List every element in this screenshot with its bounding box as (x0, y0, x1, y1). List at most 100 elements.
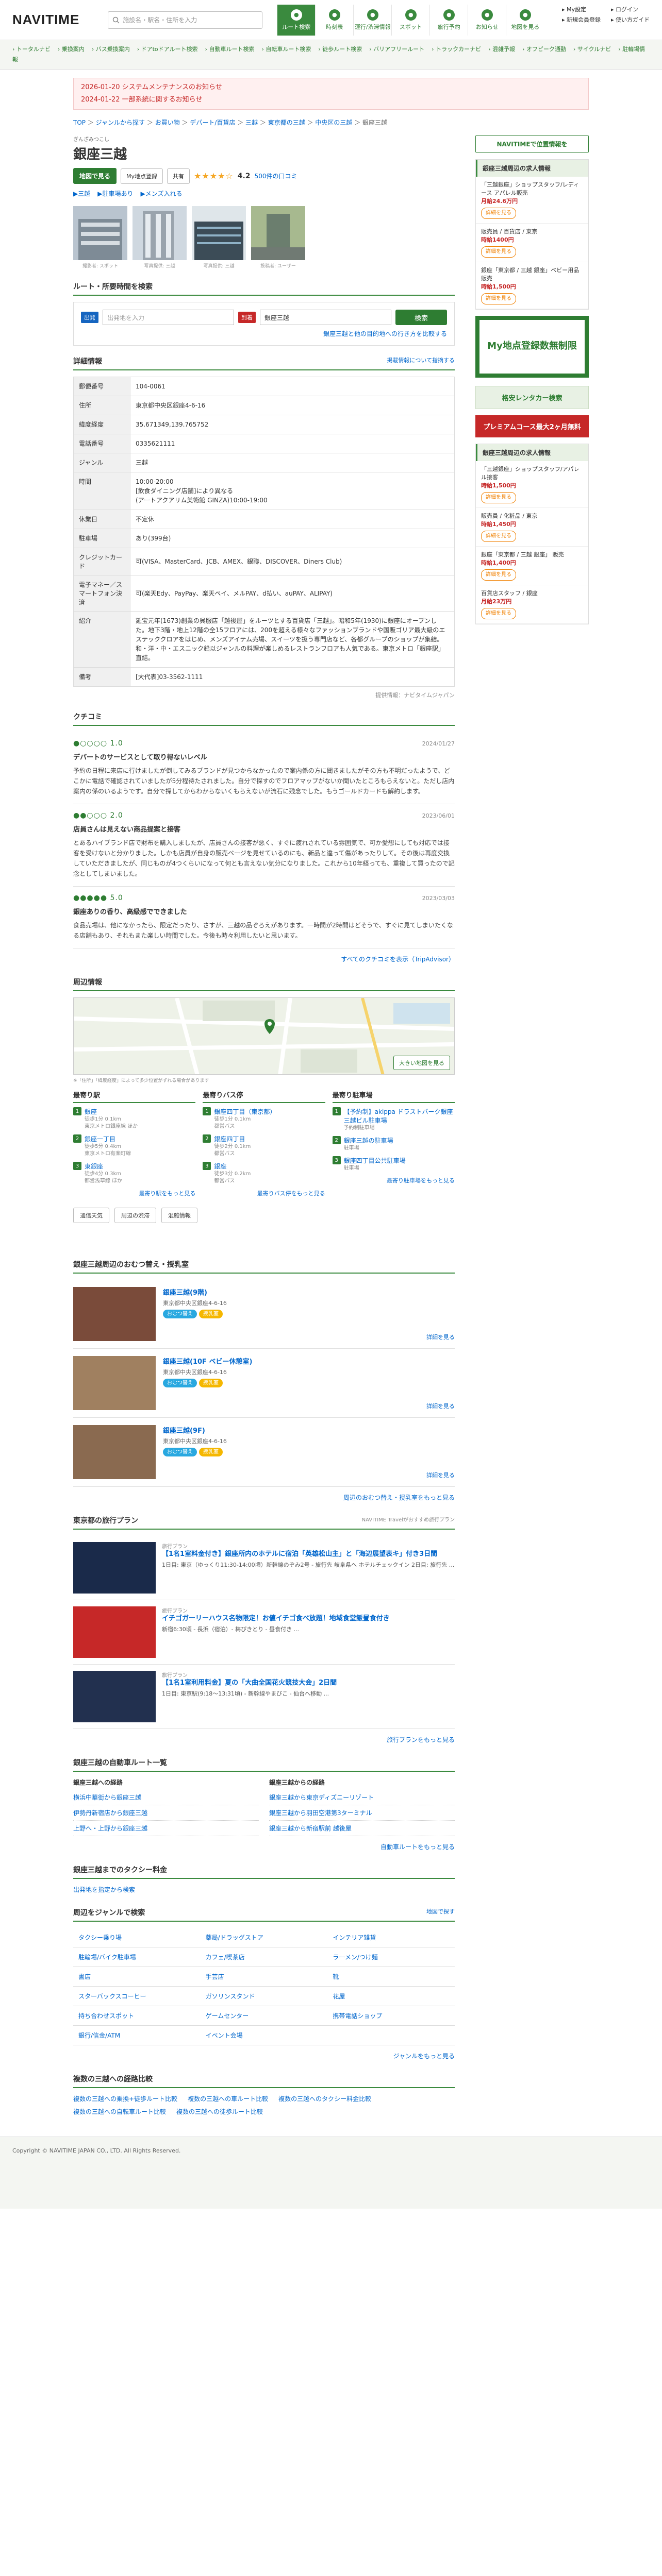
job-item[interactable]: 「三越銀座」ショップスタッフ/レディース アパレル販売 月給24.6万円 詳細を見る (476, 177, 588, 224)
nav-spot[interactable]: ● スポット (391, 4, 429, 36)
job-title[interactable]: 「三越銀座」ショップスタッフ/アパレル接客 (481, 465, 583, 482)
breadcrumb-item[interactable]: ジャンルから探す (96, 119, 145, 126)
genre-map-link[interactable]: 地図で探す (426, 1907, 455, 1918)
job-detail-button[interactable]: 詳細を見る (481, 608, 516, 619)
nearby-name[interactable]: 【予約制】akippa ドラストパーク銀座三越ビル駐車場 (344, 1107, 455, 1125)
job-title[interactable]: 販売員 / 百貨店 / 東京 (481, 228, 583, 236)
baby-room-more-link[interactable]: 周辺のおむつ替え・授乳室をもっと見る (73, 1493, 455, 1502)
subnav-link[interactable]: › サイクルナビ (573, 46, 611, 53)
job-item[interactable]: 百貨店スタッフ / 銀座 月給23万円 詳細を見る (476, 585, 588, 624)
subnav-link[interactable]: › 徒歩ルート検索 (318, 46, 362, 53)
header-link[interactable]: ▸ ログイン (611, 5, 650, 13)
departure-input[interactable]: 出発地を入力 (103, 310, 234, 325)
baby-room-detail-link[interactable]: 詳細を見る (426, 1471, 455, 1479)
notice-item[interactable]: 2026-01-20 システムメンテナンスのお知らせ (81, 81, 581, 94)
my-point-button[interactable]: My地点登録 (121, 168, 163, 184)
tour-title[interactable]: 【1名1室利用料金】夏の「大曲全国花火競技大会」2日間 (162, 1679, 337, 1688)
view-map-button[interactable]: 地図で見る (73, 168, 117, 184)
tours-more-link[interactable]: 旅行プランをもっと見る (73, 1735, 455, 1744)
breadcrumb-item[interactable]: 東京都の三越 (268, 119, 305, 126)
genre-more-link[interactable]: ジャンルをもっと見る (73, 2052, 455, 2060)
breadcrumb-item[interactable]: デパート/百貨店 (190, 119, 235, 126)
photo-item[interactable]: 投稿者: ユーザー (251, 206, 305, 269)
baby-room-name[interactable]: 銀座三越(9階) (163, 1287, 227, 1297)
subnav-link[interactable]: › バス乗換案内 (92, 46, 130, 53)
job-item[interactable]: 銀座「東京都 / 三越 銀座」ベビー用品販売 時給1,500円 詳細を見る (476, 262, 588, 309)
job-title[interactable]: 「三越銀座」ショップスタッフ/レディース アパレル販売 (481, 181, 583, 197)
notice-item[interactable]: 2024-01-22 一部系統に関するお知らせ (81, 94, 581, 106)
baby-room-photo[interactable] (73, 1425, 156, 1479)
job-detail-button[interactable]: 詳細を見る (481, 492, 516, 503)
baby-room-detail-link[interactable]: 詳細を見る (426, 1333, 455, 1341)
nearby-item[interactable]: 2 銀座三越の駐車場 駐車場 (332, 1136, 455, 1152)
spot-tag-link[interactable]: ▶三越 (73, 190, 90, 197)
breadcrumb-item[interactable]: お買い物 (155, 119, 180, 126)
multi-compare-link[interactable]: 複数の三越への徒歩ルート比較 (176, 2107, 263, 2116)
breadcrumb-item[interactable]: TOP (73, 119, 86, 126)
genre-link[interactable]: ゲームセンター (200, 2006, 328, 2026)
nearby-item[interactable]: 1 銀座 徒歩1分 0.1km 東京メトロ銀座線 ほか (73, 1107, 195, 1130)
tour-item[interactable]: 旅行プラン イチゴガーリーハウス名物限定！お値イチゴ食べ放題！地域食堂飯昼食付き新… (73, 1600, 455, 1665)
ad-premium[interactable]: プレミアムコース最大2ヶ月無料 (475, 415, 589, 437)
tour-title[interactable]: 【1名1室料金付き】銀座所内のホテルに宿泊「英雄松山主」と「海辺展望表キ」付き3… (162, 1550, 454, 1559)
side-location-button[interactable]: NAVITIMEで位置情報を (475, 135, 589, 153)
nearby-item[interactable]: 2 銀座四丁目 徒歩2分 0.1km 都営バス (203, 1134, 325, 1158)
car-routes-more-link[interactable]: 自動車ルートをもっと見る (73, 1842, 455, 1851)
nearby-item[interactable]: 2 銀座一丁目 徒歩5分 0.4km 東京メトロ有楽町線 (73, 1134, 195, 1158)
nearby-name[interactable]: 銀座一丁目 (85, 1134, 131, 1143)
photo-item[interactable]: 撮影者: スポット (73, 206, 127, 269)
nearby-name[interactable]: 銀座三越の駐車場 (344, 1136, 393, 1145)
tour-title[interactable]: イチゴガーリーハウス名物限定！お値イチゴ食べ放題！地域食堂飯昼食付き (162, 1614, 390, 1623)
nearby-item[interactable]: 3 銀座四丁目公共駐車場 駐車場 (332, 1156, 455, 1172)
spot-tag-link[interactable]: ▶駐車場あり (97, 190, 133, 197)
nav-map[interactable]: ● 地図を見る (506, 4, 544, 36)
photo-item[interactable]: 写真提供: 三越 (133, 206, 187, 269)
multi-compare-link[interactable]: 複数の三越へのタクシー料金比較 (278, 2094, 371, 2103)
nearby-action-button[interactable]: 周辺の渋滞 (114, 1208, 156, 1223)
review-count-link[interactable]: 500件の口コミ (255, 172, 297, 180)
nearby-more-link[interactable]: 最寄りバス停をもっと見る (203, 1189, 325, 1197)
genre-link[interactable]: 手芸店 (200, 1967, 328, 1987)
genre-link[interactable]: 書店 (73, 1967, 201, 1987)
nearby-name[interactable]: 銀座 (214, 1162, 251, 1171)
nav-travel[interactable]: ● 旅行予約 (429, 4, 468, 36)
taxi-link[interactable]: 出発地を指定から検索 (73, 1885, 455, 1894)
subnav-link[interactable]: › 自転車ルート検索 (261, 46, 311, 53)
nearby-item[interactable]: 1 【予約制】akippa ドラストパーク銀座三越ビル駐車場 予約制駐車場 (332, 1107, 455, 1132)
subnav-link[interactable]: › 混雑予報 (488, 46, 515, 53)
subnav-link[interactable]: › 自動車ルート検索 (205, 46, 255, 53)
baby-room-name[interactable]: 銀座三越(9F) (163, 1425, 227, 1435)
arrival-input[interactable]: 銀座三越 (260, 310, 391, 325)
job-detail-button[interactable]: 詳細を見る (481, 208, 516, 219)
job-title[interactable]: 銀座「東京都 / 三越 銀座」 販売 (481, 551, 583, 559)
genre-link[interactable]: インテリア雑貨 (327, 1928, 455, 1947)
breadcrumb-item[interactable]: 三越 (245, 119, 258, 126)
genre-link[interactable]: 携帯電話ショップ (327, 2006, 455, 2026)
baby-room-detail-link[interactable]: 詳細を見る (426, 1402, 455, 1410)
header-link[interactable]: ▸ 使い方ガイド (611, 15, 650, 24)
genre-link[interactable]: イベント会場 (200, 2026, 328, 2045)
subnav-link[interactable]: › バリアフリールート (369, 46, 424, 53)
job-detail-button[interactable]: 詳細を見る (481, 569, 516, 581)
tour-item[interactable]: 旅行プラン 【1名1室利用料金】夏の「大曲全国花火競技大会」2日間 1日目: 東京駅… (73, 1665, 455, 1729)
nav-bell[interactable]: ● お知らせ (468, 4, 506, 36)
nearby-action-button[interactable]: 混雑情報 (161, 1208, 197, 1223)
nearby-item[interactable]: 1 銀座四丁目（東京都） 徒歩1分 0.1km 都営バス (203, 1107, 325, 1130)
tour-item[interactable]: 旅行プラン 【1名1室料金付き】銀座所内のホテルに宿泊「英雄松山主」と「海辺展望表… (73, 1536, 455, 1600)
navitime-logo[interactable]: NAVITIME (12, 12, 79, 28)
route-link[interactable]: 横浜中華街から銀座三越 (73, 1790, 259, 1805)
spot-tag-link[interactable]: ▶メンズ入れる (140, 190, 182, 197)
compare-route-link[interactable]: 銀座三越と他の目的地への行き方を比較する (81, 329, 447, 338)
baby-room-name[interactable]: 銀座三越(10F ベビー休憩室) (163, 1356, 252, 1366)
multi-compare-link[interactable]: 複数の三越への自転車ルート比較 (73, 2107, 166, 2116)
genre-link[interactable]: 花屋 (327, 1987, 455, 2006)
job-detail-button[interactable]: 詳細を見る (481, 293, 516, 304)
job-item[interactable]: 銀座「東京都 / 三越 銀座」 販売 時給1,400円 詳細を見る (476, 547, 588, 585)
route-link[interactable]: 伊勢丹新宿店から銀座三越 (73, 1805, 259, 1821)
route-search-button[interactable]: 検索 (395, 310, 447, 325)
photo-item[interactable]: 写真提供: 三越 (192, 206, 246, 269)
header-link[interactable]: ▸ 新規会員登録 (562, 15, 601, 24)
all-reviews-link[interactable]: すべてのクチコミを表示（TripAdvisor） (73, 955, 455, 963)
job-detail-button[interactable]: 詳細を見る (481, 246, 516, 258)
baby-room-photo[interactable] (73, 1287, 156, 1341)
